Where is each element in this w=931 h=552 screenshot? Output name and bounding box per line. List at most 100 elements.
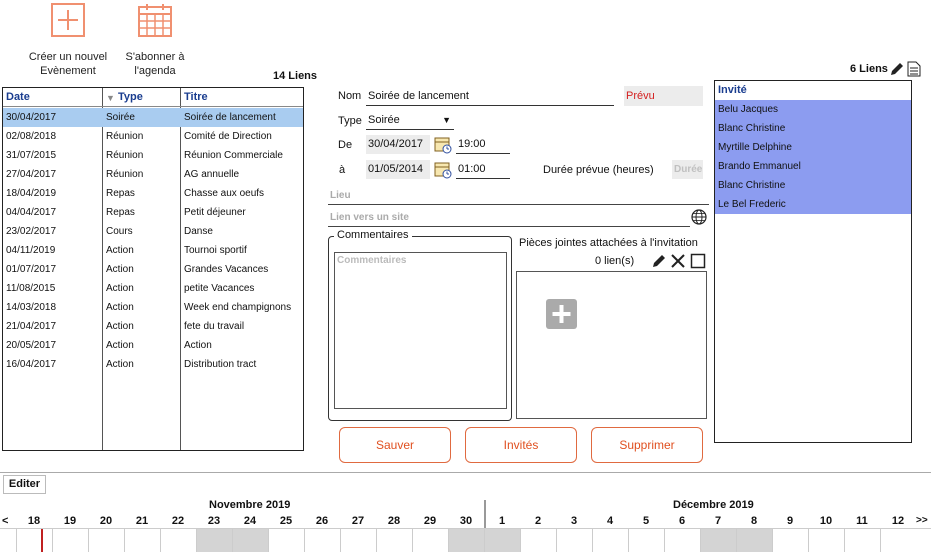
day-label: 24 bbox=[243, 515, 257, 527]
table-row[interactable]: 21/04/2017 Action fete du travail bbox=[3, 317, 303, 336]
day-cell[interactable] bbox=[664, 529, 700, 552]
table-row[interactable]: 04/11/2019 Action Tournoi sportif bbox=[3, 241, 303, 260]
table-header: Date ▼ Type Titre bbox=[3, 88, 303, 107]
day-cell[interactable] bbox=[88, 529, 124, 552]
pencil-icon[interactable] bbox=[889, 61, 905, 77]
lieu-field[interactable]: Lieu bbox=[330, 190, 351, 201]
prev-arrow[interactable]: < bbox=[2, 515, 8, 527]
type-select[interactable]: Soirée ▼ bbox=[366, 112, 454, 130]
day-cell[interactable] bbox=[52, 529, 88, 552]
invitee-item[interactable]: Le Bel Frederic bbox=[715, 195, 911, 214]
day-cell[interactable] bbox=[772, 529, 808, 552]
table-row[interactable]: 27/04/2017 Réunion AG annuelle bbox=[3, 165, 303, 184]
day-cell[interactable] bbox=[808, 529, 844, 552]
cell-date: 16/04/2017 bbox=[6, 359, 57, 370]
table-row[interactable]: 02/08/2018 Réunion Comité de Direction bbox=[3, 127, 303, 146]
table-row[interactable]: 18/04/2019 Repas Chasse aux oeufs bbox=[3, 184, 303, 203]
document-icon[interactable] bbox=[907, 61, 921, 77]
day-cell[interactable] bbox=[412, 529, 448, 552]
day-cell[interactable] bbox=[736, 529, 772, 552]
invitee-item[interactable]: Blanc Christine bbox=[715, 176, 911, 195]
start-time-field[interactable]: 19:00 bbox=[456, 136, 510, 154]
subscribe-calendar-button[interactable]: S'abonner à l'agenda bbox=[112, 2, 198, 78]
invitees-panel[interactable]: Invité Belu Jacques Blanc Christine Myrtil… bbox=[714, 80, 912, 443]
table-row[interactable]: 31/07/2015 Réunion Réunion Commerciale bbox=[3, 146, 303, 165]
close-icon[interactable] bbox=[670, 253, 686, 269]
checkbox-icon[interactable] bbox=[690, 253, 706, 269]
day-cell[interactable] bbox=[556, 529, 592, 552]
day-cell[interactable] bbox=[232, 529, 268, 552]
day-cell[interactable] bbox=[124, 529, 160, 552]
duration-field[interactable]: Durée bbox=[672, 160, 703, 179]
event-name-field[interactable]: Soirée de lancement bbox=[366, 88, 614, 106]
calendar-icon bbox=[138, 4, 172, 37]
calendar-divider bbox=[0, 472, 931, 473]
table-row[interactable]: 30/04/2017 Soirée Soirée de lancement bbox=[3, 108, 303, 127]
invitee-item[interactable]: Myrtille Delphine bbox=[715, 138, 911, 157]
lieu-underline bbox=[328, 204, 709, 205]
day-label: 8 bbox=[750, 515, 758, 527]
save-button[interactable]: Sauver bbox=[339, 427, 451, 463]
table-row[interactable]: 23/02/2017 Cours Danse bbox=[3, 222, 303, 241]
header-type[interactable]: Type bbox=[118, 91, 143, 103]
day-cell[interactable] bbox=[592, 529, 628, 552]
date-picker-icon[interactable] bbox=[434, 161, 452, 179]
create-event-button[interactable]: Créer un nouvel Evènement bbox=[22, 2, 114, 78]
cell-type: Action bbox=[106, 321, 134, 332]
table-row[interactable]: 11/08/2015 Action petite Vacances bbox=[3, 279, 303, 298]
cell-title: Danse bbox=[184, 226, 213, 237]
comments-textarea[interactable]: Commentaires bbox=[334, 252, 507, 409]
day-cell[interactable] bbox=[16, 529, 52, 552]
edit-button[interactable]: Editer bbox=[3, 475, 46, 494]
date-picker-icon[interactable] bbox=[434, 136, 452, 154]
invitees-list: Belu Jacques Blanc Christine Myrtille Delp… bbox=[715, 100, 911, 214]
today-marker bbox=[41, 529, 43, 552]
day-cell[interactable] bbox=[520, 529, 556, 552]
table-row[interactable]: 14/03/2018 Action Week end champignons bbox=[3, 298, 303, 317]
invitee-item[interactable]: Blanc Christine bbox=[715, 119, 911, 138]
table-row[interactable]: 01/07/2017 Action Grandes Vacances bbox=[3, 260, 303, 279]
day-cell[interactable] bbox=[340, 529, 376, 552]
day-cell[interactable] bbox=[628, 529, 664, 552]
invited-button[interactable]: Invités bbox=[465, 427, 577, 463]
table-row[interactable]: 04/04/2017 Repas Petit déjeuner bbox=[3, 203, 303, 222]
link-field[interactable]: Lien vers un site bbox=[330, 212, 409, 223]
invitee-item[interactable]: Brando Emmanuel bbox=[715, 157, 911, 176]
day-label: 22 bbox=[171, 515, 185, 527]
status-field[interactable]: Prévu bbox=[624, 86, 703, 106]
day-cell[interactable] bbox=[304, 529, 340, 552]
day-cell[interactable] bbox=[880, 529, 916, 552]
day-cell[interactable] bbox=[376, 529, 412, 552]
day-cell[interactable] bbox=[484, 529, 520, 552]
events-table[interactable]: Date ▼ Type Titre 30/04/2017 Soirée Soirée… bbox=[2, 87, 304, 451]
cell-date: 20/05/2017 bbox=[6, 340, 57, 351]
day-cell[interactable] bbox=[700, 529, 736, 552]
table-row[interactable]: 16/04/2017 Action Distribution tract bbox=[3, 355, 303, 374]
end-date-field[interactable]: 01/05/2014 bbox=[366, 160, 430, 179]
day-label: 4 bbox=[606, 515, 614, 527]
day-cell[interactable] bbox=[196, 529, 232, 552]
sort-down-icon[interactable]: ▼ bbox=[106, 93, 115, 103]
add-attachment-icon[interactable] bbox=[546, 299, 577, 329]
day-label: 29 bbox=[423, 515, 437, 527]
day-cell[interactable] bbox=[268, 529, 304, 552]
invitee-item[interactable]: Belu Jacques bbox=[715, 100, 911, 119]
globe-icon[interactable] bbox=[691, 209, 707, 225]
attachments-dropzone[interactable] bbox=[516, 271, 707, 419]
attachments-count: 0 lien(s) bbox=[595, 255, 635, 267]
end-time-field[interactable]: 01:00 bbox=[456, 161, 510, 179]
day-cell[interactable] bbox=[844, 529, 880, 552]
header-date[interactable]: Date bbox=[6, 91, 30, 103]
day-cell[interactable] bbox=[448, 529, 484, 552]
next-arrow[interactable]: >> bbox=[916, 515, 928, 526]
table-row[interactable]: 20/05/2017 Action Action bbox=[3, 336, 303, 355]
nom-label: Nom bbox=[338, 90, 362, 102]
cell-type: Action bbox=[106, 264, 134, 275]
header-title[interactable]: Titre bbox=[184, 91, 208, 103]
start-date-field[interactable]: 30/04/2017 bbox=[366, 135, 430, 154]
day-cell[interactable] bbox=[160, 529, 196, 552]
day-label: 2 bbox=[534, 515, 542, 527]
pencil-icon[interactable] bbox=[651, 253, 667, 269]
delete-button[interactable]: Supprimer bbox=[591, 427, 703, 463]
events-count: 14 Liens bbox=[273, 70, 318, 82]
